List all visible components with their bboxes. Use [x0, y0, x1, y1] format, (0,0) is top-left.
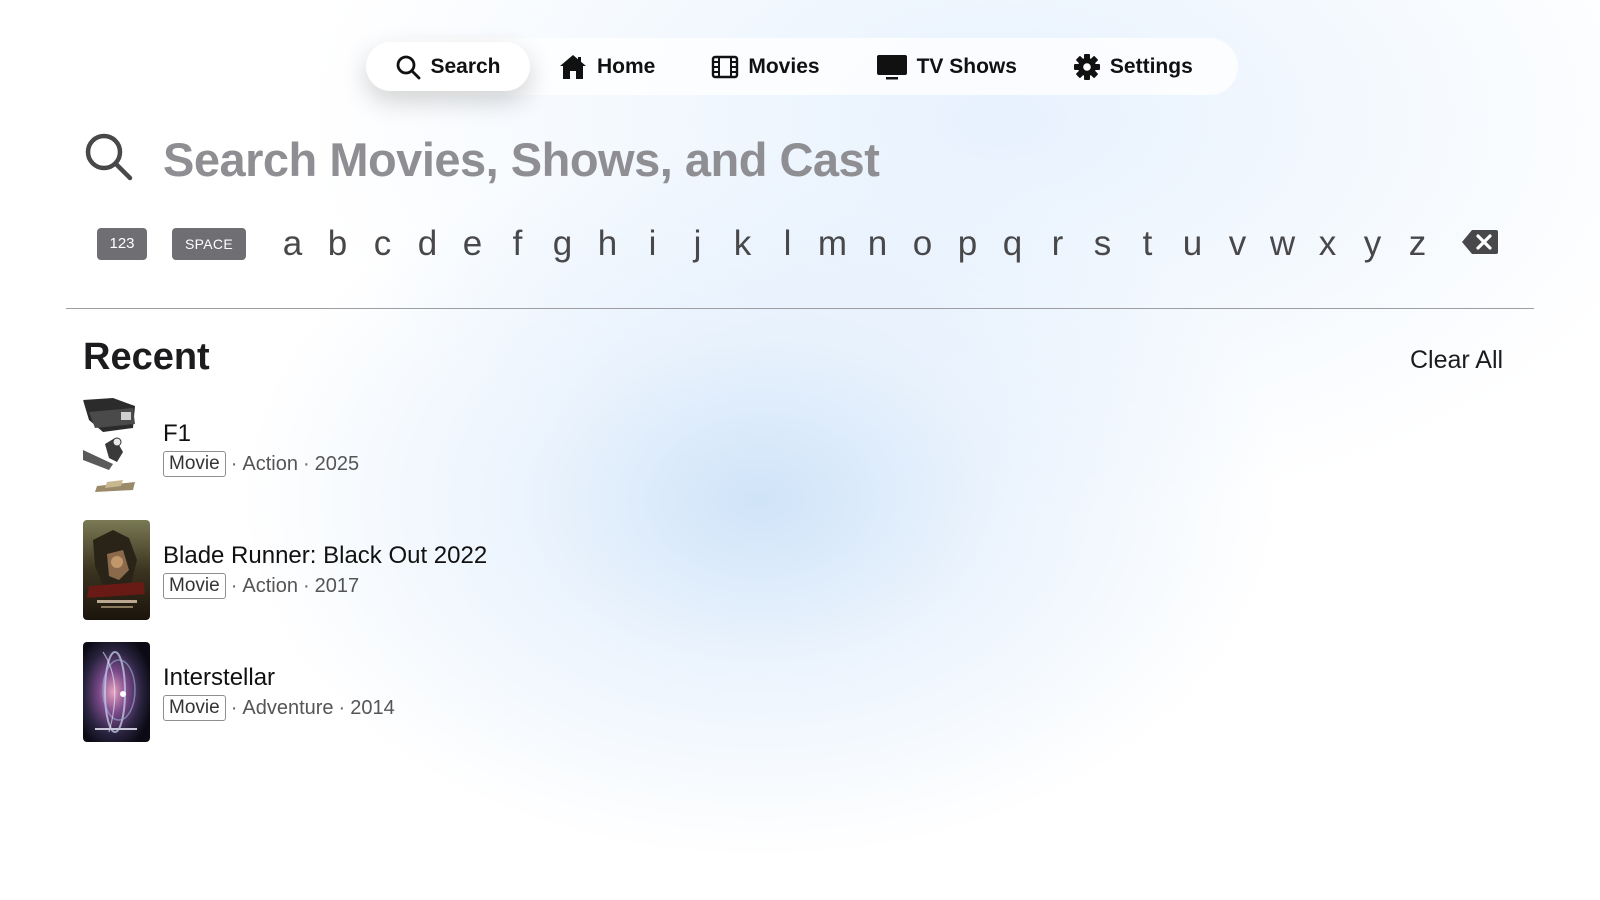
search-field[interactable]: Search Movies, Shows, and Cast [84, 132, 880, 187]
item-title: Blade Runner: Black Out 2022 [163, 542, 488, 569]
key-letter-c[interactable]: c [360, 224, 405, 264]
on-screen-keyboard: 123 SPACE abcdefghijklmnopqrstuvwxyz [97, 224, 1500, 264]
backspace-key[interactable] [1460, 228, 1500, 260]
key-letter-t[interactable]: t [1125, 224, 1170, 264]
meta-separator: · [338, 696, 346, 719]
search-icon [395, 54, 421, 80]
tab-movies[interactable]: Movies [683, 42, 847, 91]
key-letter-m[interactable]: m [810, 224, 855, 264]
key-letter-n[interactable]: n [855, 224, 900, 264]
key-numbers[interactable]: 123 [97, 228, 147, 260]
tab-home-label: Home [597, 54, 656, 78]
recent-item-f1[interactable]: F1 Movie · Action · 2025 [83, 398, 487, 498]
recent-item-info: F1 Movie · Action · 2025 [163, 419, 359, 477]
tab-settings[interactable]: Settings [1045, 42, 1221, 91]
meta-separator: · [230, 574, 238, 597]
tab-search-label: Search [430, 54, 501, 78]
tab-home[interactable]: Home [530, 42, 683, 91]
type-badge: Movie [163, 695, 226, 721]
item-meta: Movie · Adventure · 2014 [163, 695, 395, 721]
item-genre: Action [242, 452, 298, 475]
poster-f1 [83, 398, 150, 498]
key-letter-w[interactable]: w [1260, 224, 1305, 264]
key-letter-p[interactable]: p [945, 224, 990, 264]
key-letter-e[interactable]: e [450, 224, 495, 264]
meta-separator: · [230, 696, 238, 719]
backspace-icon [1461, 228, 1499, 261]
meta-separator: · [302, 452, 310, 475]
key-letter-x[interactable]: x [1305, 224, 1350, 264]
key-letter-h[interactable]: h [585, 224, 630, 264]
tab-search[interactable]: Search [366, 42, 530, 91]
poster-interstellar [83, 642, 150, 742]
item-title: Interstellar [163, 664, 276, 691]
tab-settings-label: Settings [1109, 54, 1193, 78]
key-letter-k[interactable]: k [720, 224, 765, 264]
key-letter-u[interactable]: u [1170, 224, 1215, 264]
key-letter-g[interactable]: g [540, 224, 585, 264]
meta-separator: · [230, 452, 238, 475]
key-letter-r[interactable]: r [1035, 224, 1080, 264]
recent-list: F1 Movie · Action · 2025 Blade Runner: B… [83, 398, 487, 764]
search-placeholder: Search Movies, Shows, and Cast [163, 133, 880, 186]
item-meta: Movie · Action · 2025 [163, 451, 359, 477]
gear-icon [1073, 53, 1101, 81]
key-letter-q[interactable]: q [990, 224, 1035, 264]
item-title: F1 [163, 420, 192, 447]
key-space[interactable]: SPACE [172, 228, 246, 260]
recent-item-blade-runner[interactable]: Blade Runner: Black Out 2022 Movie · Act… [83, 520, 487, 620]
key-letter-i[interactable]: i [630, 224, 675, 264]
key-letter-l[interactable]: l [765, 224, 810, 264]
letter-keys: abcdefghijklmnopqrstuvwxyz [270, 224, 1440, 264]
tab-tv-shows-label: TV Shows [916, 54, 1017, 78]
type-badge: Movie [163, 573, 226, 599]
key-letter-z[interactable]: z [1395, 224, 1440, 264]
key-letter-o[interactable]: o [900, 224, 945, 264]
house-icon [558, 53, 588, 81]
tab-movies-label: Movies [748, 54, 820, 78]
recent-item-interstellar[interactable]: Interstellar Movie · Adventure · 2014 [83, 642, 487, 742]
film-icon [711, 55, 739, 79]
key-letter-b[interactable]: b [315, 224, 360, 264]
item-year: 2017 [314, 574, 360, 597]
item-genre: Adventure [242, 696, 334, 719]
search-icon [84, 132, 134, 187]
item-year: 2025 [314, 452, 360, 475]
key-letter-j[interactable]: j [675, 224, 720, 264]
key-letter-a[interactable]: a [270, 224, 315, 264]
meta-separator: · [302, 574, 310, 597]
key-letter-y[interactable]: y [1350, 224, 1395, 264]
item-genre: Action [242, 574, 298, 597]
tv-icon [876, 54, 908, 80]
key-letter-s[interactable]: s [1080, 224, 1125, 264]
tab-tv-shows[interactable]: TV Shows [848, 42, 1045, 91]
poster-blade-runner [83, 520, 150, 620]
section-divider [66, 308, 1534, 309]
key-letter-d[interactable]: d [405, 224, 450, 264]
clear-all-button[interactable]: Clear All [1410, 346, 1503, 375]
top-nav-bar: Search Home Movies TV Shows Settings [366, 38, 1238, 95]
recent-heading: Recent [83, 336, 210, 378]
type-badge: Movie [163, 451, 226, 477]
recent-item-info: Interstellar Movie · Adventure · 2014 [163, 663, 395, 721]
key-letter-v[interactable]: v [1215, 224, 1260, 264]
item-year: 2014 [350, 696, 395, 719]
item-meta: Movie · Action · 2017 [163, 573, 487, 599]
key-letter-f[interactable]: f [495, 224, 540, 264]
recent-item-info: Blade Runner: Black Out 2022 Movie · Act… [163, 541, 487, 599]
